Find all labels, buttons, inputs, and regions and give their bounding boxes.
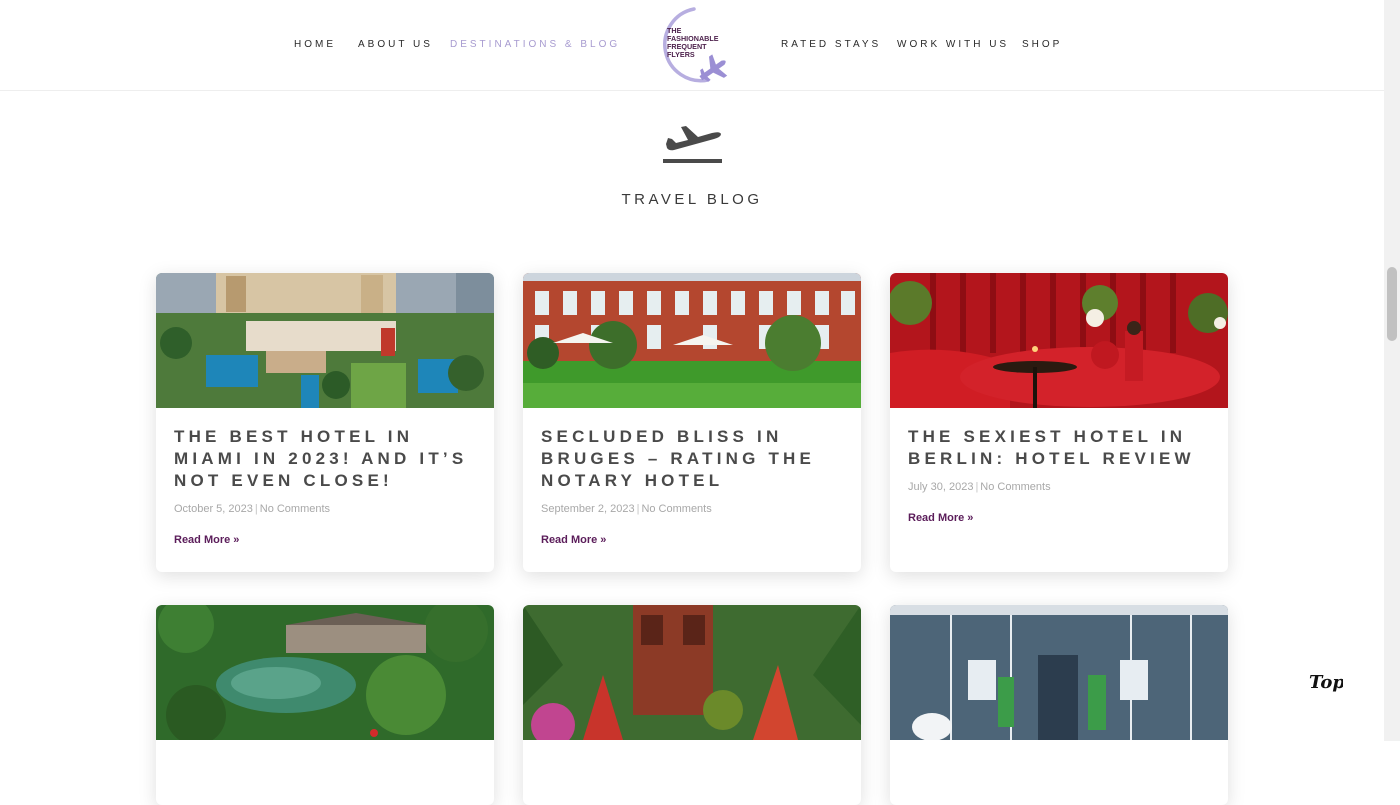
post-thumbnail-resort[interactable] — [156, 605, 494, 740]
nav-destinations-blog[interactable]: DESTINATIONS & BLOG — [450, 39, 620, 50]
blog-card[interactable] — [156, 605, 494, 805]
card-body: THE BEST HOTEL IN MIAMI IN 2023! AND IT’… — [174, 426, 476, 546]
post-thumbnail-cabin-snow[interactable] — [890, 605, 1228, 740]
post-title[interactable]: SECLUDED BLISS IN BRUGES – RATING THE NO… — [541, 426, 843, 492]
post-date: July 30, 2023 — [908, 481, 974, 493]
post-title[interactable]: THE SEXIEST HOTEL IN BERLIN: HOTEL REVIE… — [908, 426, 1210, 470]
scrollbar-thumb[interactable] — [1387, 267, 1397, 341]
blog-card[interactable]: THE SEXIEST HOTEL IN BERLIN: HOTEL REVIE… — [890, 273, 1228, 572]
post-meta: September 2, 2023 | No Comments — [541, 503, 712, 515]
post-thumbnail-bruges[interactable] — [523, 273, 861, 408]
back-to-top-button[interactable]: Top — [1305, 662, 1343, 700]
post-comments[interactable]: No Comments — [641, 503, 711, 515]
post-title[interactable]: THE BEST HOTEL IN MIAMI IN 2023! AND IT’… — [174, 426, 476, 492]
card-body: SECLUDED BLISS IN BRUGES – RATING THE NO… — [541, 426, 843, 546]
post-date: September 2, 2023 — [541, 503, 635, 515]
section-title: TRAVEL BLOG — [621, 191, 763, 208]
post-comments[interactable]: No Comments — [980, 481, 1050, 493]
read-more-link[interactable]: Read More » — [541, 534, 843, 546]
svg-text:Top: Top — [1309, 672, 1343, 693]
blog-card[interactable] — [523, 605, 861, 805]
logo-text-flyers: FLYERS — [667, 50, 695, 59]
post-comments[interactable]: No Comments — [260, 503, 330, 515]
airplane-departure-icon — [663, 126, 722, 163]
nav-rated-stays[interactable]: RATED STAYS — [781, 39, 881, 50]
nav-about-us[interactable]: ABOUT US — [358, 39, 433, 50]
post-meta: October 5, 2023 | No Comments — [174, 503, 331, 515]
read-more-link[interactable]: Read More » — [174, 534, 476, 546]
site-logo[interactable]: THE FASHIONABLE FREQUENT FLYERS — [650, 4, 736, 86]
page-scrollbar[interactable] — [1384, 0, 1400, 741]
post-thumbnail-miami[interactable] — [156, 273, 494, 408]
blog-card[interactable]: SECLUDED BLISS IN BRUGES – RATING THE NO… — [523, 273, 861, 572]
nav-home[interactable]: HOME — [294, 39, 336, 50]
card-body: THE SEXIEST HOTEL IN BERLIN: HOTEL REVIE… — [908, 426, 1210, 524]
post-date: October 5, 2023 — [174, 503, 253, 515]
post-thumbnail-berlin[interactable] — [890, 273, 1228, 408]
blog-card[interactable] — [890, 605, 1228, 805]
blog-card[interactable]: THE BEST HOTEL IN MIAMI IN 2023! AND IT’… — [156, 273, 494, 572]
post-meta: July 30, 2023 | No Comments — [908, 481, 1051, 493]
nav-shop[interactable]: SHOP — [1022, 39, 1062, 50]
site-header: HOME ABOUT US DESTINATIONS & BLOG THE FA… — [0, 0, 1384, 91]
post-thumbnail-treehouse[interactable] — [523, 605, 861, 740]
read-more-link[interactable]: Read More » — [908, 512, 1210, 524]
nav-work-with-us[interactable]: WORK WITH US — [897, 39, 1009, 50]
